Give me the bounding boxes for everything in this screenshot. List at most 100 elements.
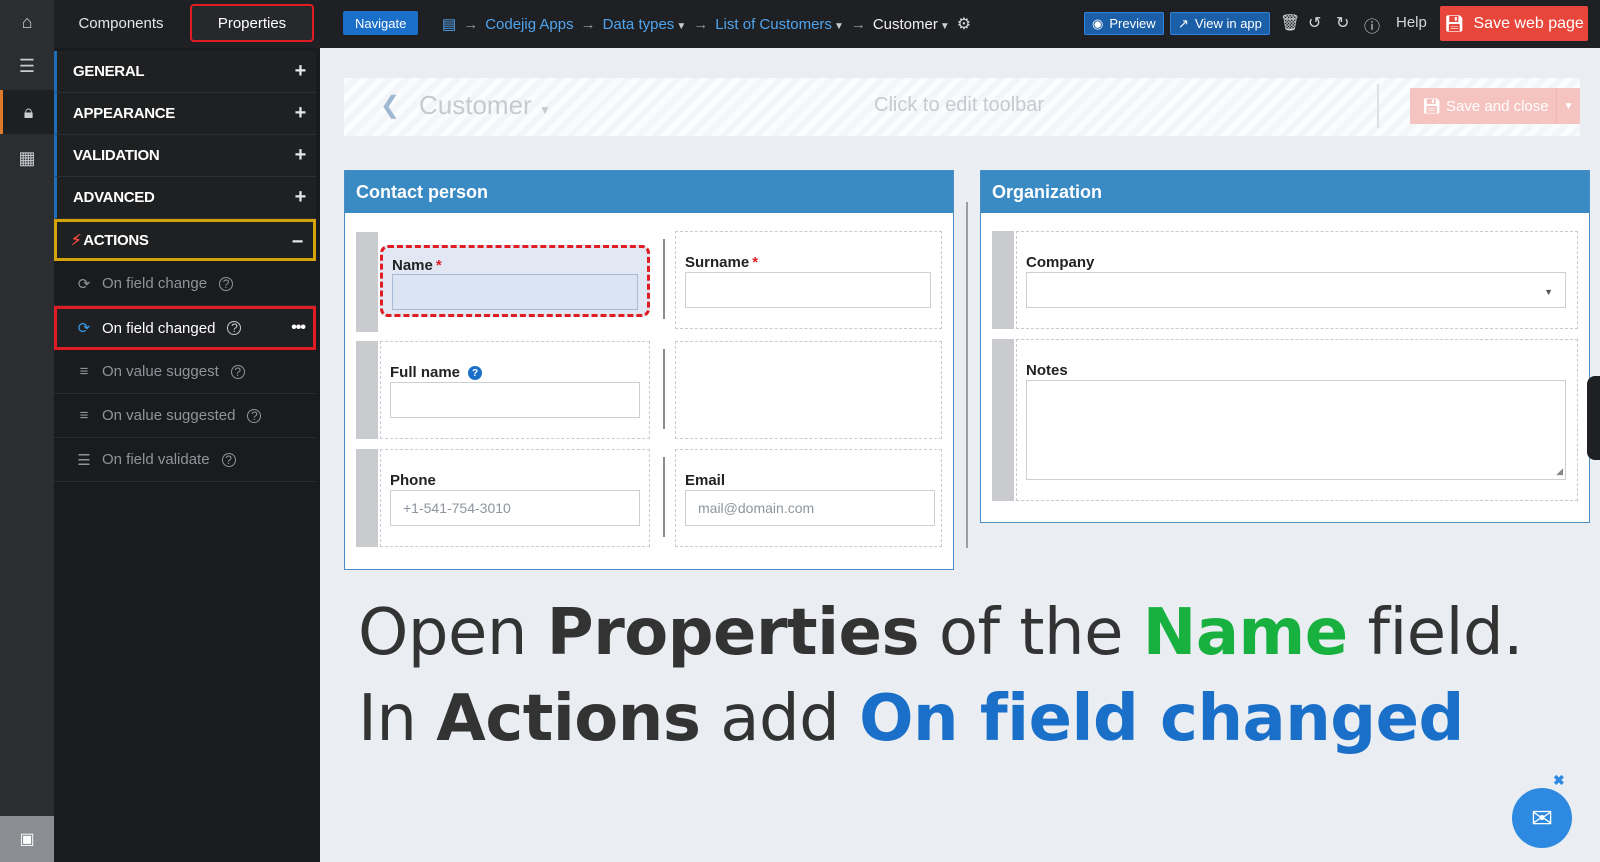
caption-line-2: In Actions add On field changed [358, 682, 1464, 756]
action-on-value-suggested[interactable]: ≡ On value suggested ? [54, 394, 316, 438]
section-appearance[interactable]: APPEARANCE + [54, 93, 316, 135]
chat-button[interactable]: ✉ [1512, 788, 1572, 848]
action-on-field-changed[interactable]: ⟳ On field changed ? ••• [54, 306, 316, 350]
chevron-down-icon[interactable]: ▼ [1556, 88, 1580, 124]
caption-text: add [700, 682, 860, 756]
surname-label-text: Surname [685, 254, 750, 271]
help-icon[interactable]: ⓘ [1364, 13, 1380, 37]
drag-handle[interactable] [356, 341, 378, 439]
plus-icon[interactable]: + [295, 186, 307, 209]
phone-input[interactable]: +1-541-754-3010 [390, 490, 640, 526]
section-label: ADVANCED [73, 189, 155, 206]
notes-field-cell[interactable]: Notes ◢ [1016, 339, 1578, 501]
breadcrumb-list-label: List of Customers [715, 15, 832, 33]
form-toolbar[interactable]: ❮ Customer ▼ Click to edit toolbar 💾︎ Sa… [344, 78, 1580, 136]
column-separator [663, 239, 665, 319]
arrow-right-icon: → [850, 15, 866, 33]
info-icon[interactable]: ? [468, 366, 483, 381]
empty-cell[interactable] [675, 341, 942, 439]
email-field-cell[interactable]: Email mail@domain.com [675, 449, 942, 547]
surname-input[interactable] [685, 272, 931, 308]
plus-icon[interactable]: + [295, 144, 307, 167]
breadcrumb-data-types[interactable]: Data types ▼ [603, 16, 687, 33]
save-web-page-button[interactable]: 💾︎ Save web page [1440, 6, 1588, 41]
company-select[interactable]: ▼ [1026, 272, 1566, 308]
save-label: Save web page [1473, 14, 1584, 32]
drag-handle[interactable] [356, 449, 378, 547]
breadcrumb: ▤ → Codejig Apps → Data types ▼ → List of… [442, 0, 971, 48]
form-title: Customer ▼ [419, 90, 551, 121]
chevron-down-icon: ▼ [939, 20, 950, 32]
minus-icon[interactable]: − [292, 231, 304, 254]
drag-handle[interactable] [356, 232, 378, 332]
full-name-label-text: Full name [390, 364, 461, 381]
section-validation[interactable]: VALIDATION + [54, 135, 316, 177]
side-feedback-tab[interactable] [1587, 376, 1600, 460]
more-options-icon[interactable]: ••• [291, 319, 306, 337]
save-and-close-button[interactable]: 💾︎ Save and close ▼ [1410, 88, 1580, 124]
section-label: GENERAL [73, 63, 145, 80]
question-icon[interactable]: ? [230, 364, 245, 379]
company-field-cell[interactable]: Company ▼ [1016, 231, 1578, 329]
preview-button[interactable]: ◉ Preview [1084, 12, 1164, 35]
top-bar: Components Properties Navigate ▤ → Codej… [54, 0, 1600, 48]
name-field-cell[interactable]: Name * [380, 245, 650, 317]
drag-handle[interactable] [992, 231, 1014, 329]
gear-icon[interactable]: ⚙ [957, 14, 971, 34]
plus-icon[interactable]: + [295, 60, 307, 83]
plus-icon[interactable]: + [295, 102, 307, 125]
refresh-icon: ⟳ [77, 320, 91, 337]
tab-components[interactable]: Components [60, 4, 182, 42]
breadcrumb-list-of-customers[interactable]: List of Customers ▼ [715, 16, 844, 33]
company-label: Company [1026, 254, 1095, 271]
navigate-button[interactable]: Navigate [343, 11, 419, 35]
redo-icon[interactable]: ↻ [1336, 13, 1349, 33]
lock-icon[interactable]: 🔒︎ [0, 90, 54, 134]
full-name-input[interactable] [390, 382, 640, 418]
tab-properties[interactable]: Properties [190, 4, 314, 42]
question-icon[interactable]: ? [219, 276, 234, 291]
trash-icon[interactable]: 🗑︎ [1280, 13, 1300, 33]
help-link[interactable]: Help [1396, 14, 1427, 31]
action-on-value-suggest[interactable]: ≡ On value suggest ? [54, 350, 316, 394]
form-title-label: Customer [419, 90, 532, 120]
name-label-text: Name [392, 257, 433, 274]
section-advanced[interactable]: ADVANCED + [54, 177, 316, 219]
question-icon[interactable]: ? [221, 452, 236, 467]
back-chevron-icon[interactable]: ❮ [380, 91, 400, 120]
menu-icon[interactable]: ☰ [0, 44, 54, 88]
view-in-app-button[interactable]: ↗ View in app [1170, 12, 1270, 35]
caption-text: field. [1347, 596, 1523, 670]
chevron-down-icon: ▼ [538, 103, 551, 117]
action-on-field-change[interactable]: ⟳ On field change ? [54, 262, 316, 306]
section-general[interactable]: GENERAL + [54, 51, 316, 93]
toolbar-hint[interactable]: Click to edit toolbar [874, 94, 1044, 117]
close-icon[interactable]: ✖ [1553, 772, 1565, 789]
contact-person-panel: Contact person Name * Surname * Full name?… [344, 170, 954, 570]
surname-field-cell[interactable]: Surname * [675, 231, 942, 329]
list-check-icon: ☰ [77, 451, 91, 469]
name-input[interactable] [392, 274, 638, 310]
lightning-icon: ⚡︎ [71, 232, 82, 249]
breadcrumb-codejig-apps[interactable]: Codejig Apps [485, 16, 573, 33]
panel-separator [966, 202, 968, 548]
question-icon[interactable]: ? [247, 408, 262, 423]
drag-handle[interactable] [992, 339, 1014, 501]
email-input[interactable]: mail@domain.com [685, 490, 935, 526]
section-label: APPEARANCE [73, 105, 176, 122]
notes-textarea[interactable]: ◢ [1026, 380, 1566, 480]
resize-grip-icon[interactable]: ◢ [1556, 466, 1563, 477]
full-name-field-cell[interactable]: Full name? [380, 341, 650, 439]
divider [1377, 84, 1379, 128]
home-icon[interactable]: ⌂ [0, 0, 54, 44]
phone-field-cell[interactable]: Phone +1-541-754-3010 [380, 449, 650, 547]
caption-highlight-blue: On field changed [859, 682, 1464, 756]
question-icon[interactable]: ? [227, 321, 242, 335]
apps-grid-icon[interactable]: ▦ [0, 136, 54, 180]
breadcrumb-customer[interactable]: Customer ▼ [873, 16, 950, 33]
section-actions[interactable]: ⚡︎ ACTIONS − [54, 219, 316, 261]
window-icon: ▤ [442, 16, 457, 33]
book-icon[interactable]: ▣ [0, 816, 54, 862]
action-on-field-validate[interactable]: ☰ On field validate ? [54, 438, 316, 482]
undo-icon[interactable]: ↺ [1308, 13, 1321, 33]
